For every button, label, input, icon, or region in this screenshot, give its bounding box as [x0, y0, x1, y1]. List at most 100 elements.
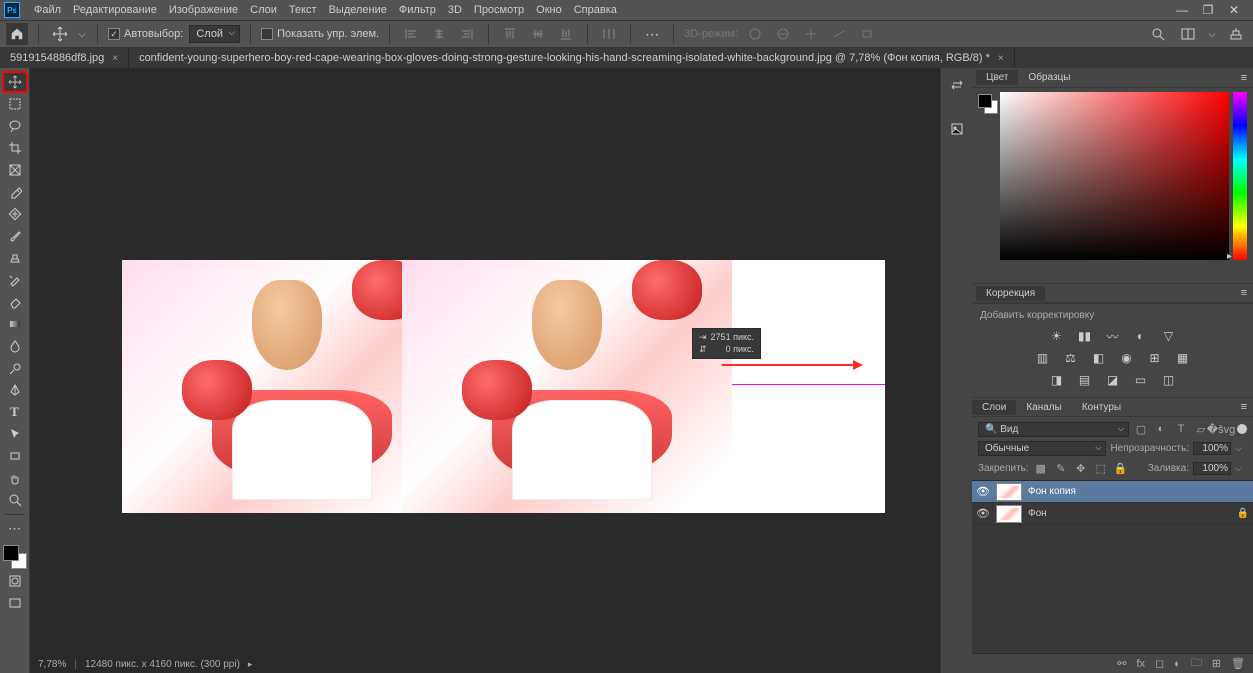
3d-slide-icon[interactable]	[828, 23, 850, 45]
new-adjustment-icon[interactable]: ◐	[1174, 658, 1181, 670]
align-top-icon[interactable]	[499, 23, 521, 45]
lock-transparent-icon[interactable]: ▩	[1033, 460, 1049, 476]
menu-file[interactable]: Файл	[28, 4, 67, 16]
tab-color[interactable]: Цвет	[976, 70, 1018, 85]
menu-layers[interactable]: Слои	[244, 4, 283, 16]
frame-tool[interactable]	[3, 160, 27, 180]
layer-name[interactable]: Фон копия	[1028, 486, 1076, 497]
layer-row[interactable]: 👁 Фон копия	[972, 481, 1253, 503]
opacity-caret-icon[interactable]: ⌵	[1235, 443, 1247, 454]
3d-pan-icon[interactable]	[800, 23, 822, 45]
3d-orbit-icon[interactable]	[744, 23, 766, 45]
hand-tool[interactable]	[3, 468, 27, 488]
document-tab[interactable]: confident-young-superhero-boy-red-cape-w…	[129, 48, 1015, 68]
new-group-icon[interactable]: 🗀	[1191, 654, 1202, 673]
screen-mode-toggle[interactable]	[3, 593, 27, 613]
menu-text[interactable]: Текст	[283, 4, 323, 16]
panel-menu-icon[interactable]: ≡	[1235, 72, 1253, 84]
workspace-switcher-icon[interactable]	[1177, 23, 1199, 45]
3d-zoom-icon[interactable]	[856, 23, 878, 45]
healing-brush-tool[interactable]	[3, 204, 27, 224]
move-tool[interactable]	[3, 72, 27, 92]
layer-thumbnail[interactable]	[996, 505, 1022, 523]
3d-roll-icon[interactable]	[772, 23, 794, 45]
curves-icon[interactable]: 〰	[1103, 328, 1123, 344]
brightness-contrast-icon[interactable]: ☀	[1047, 328, 1067, 344]
brush-tool[interactable]	[3, 226, 27, 246]
move-tool-icon[interactable]	[49, 23, 71, 45]
delete-layer-icon[interactable]: 🗑	[1231, 657, 1245, 670]
rectangle-tool[interactable]	[3, 446, 27, 466]
bw-icon[interactable]: ◧	[1089, 350, 1109, 366]
vibrance-icon[interactable]: ▽	[1159, 328, 1179, 344]
filter-toggle[interactable]	[1237, 424, 1247, 434]
menu-help[interactable]: Справка	[568, 4, 623, 16]
foreground-swatch[interactable]	[978, 94, 992, 108]
tool-preset-caret[interactable]: ⌵	[77, 23, 87, 45]
tab-channels[interactable]: Каналы	[1016, 400, 1072, 415]
menu-edit[interactable]: Редактирование	[67, 4, 163, 16]
status-caret-icon[interactable]: ▸	[248, 659, 253, 670]
canvas-area[interactable]: ⇥2751 пикс. ⇵0 пикс. 7,78% | 12480 пикс.…	[30, 68, 940, 673]
foreground-swatch[interactable]	[3, 545, 19, 561]
canvas-document[interactable]: ⇥2751 пикс. ⇵0 пикс.	[122, 260, 885, 513]
zoom-readout[interactable]: 7,78%	[38, 659, 66, 670]
menu-3d[interactable]: 3D	[442, 4, 468, 16]
auto-select-toggle[interactable]: Автовыбор:	[108, 28, 183, 40]
tab-adjustments[interactable]: Коррекция	[976, 286, 1045, 301]
new-layer-icon[interactable]: ⊞	[1212, 657, 1221, 670]
align-bottom-icon[interactable]	[555, 23, 577, 45]
fill-caret-icon[interactable]: ⌵	[1235, 463, 1247, 474]
hue-slider[interactable]: ▸	[1233, 92, 1247, 260]
dodge-tool[interactable]	[3, 358, 27, 378]
workspace-caret[interactable]: ⌵	[1207, 23, 1217, 45]
tab-close-icon[interactable]: ×	[112, 53, 118, 64]
filter-adjust-icon[interactable]: ◐	[1153, 421, 1169, 437]
blur-tool[interactable]	[3, 336, 27, 356]
library-panel-icon[interactable]	[946, 118, 968, 140]
levels-icon[interactable]: ▮▮	[1075, 328, 1095, 344]
gradient-map-icon[interactable]: ▭	[1131, 372, 1151, 388]
fill-input[interactable]: 100%	[1193, 462, 1231, 475]
menu-select[interactable]: Выделение	[323, 4, 393, 16]
maximize-button[interactable]: ❐	[1201, 3, 1215, 17]
color-lookup-icon[interactable]: ▦	[1173, 350, 1193, 366]
minimize-button[interactable]: —	[1175, 3, 1189, 17]
link-layers-icon[interactable]: ⚯	[1117, 657, 1126, 670]
layer-content-copy[interactable]	[402, 260, 732, 513]
invert-icon[interactable]: ◨	[1047, 372, 1067, 388]
filter-smart-icon[interactable]: �švg	[1213, 421, 1229, 437]
panel-menu-icon[interactable]: ≡	[1235, 287, 1253, 299]
selective-color-icon[interactable]: ◫	[1159, 372, 1179, 388]
menu-filter[interactable]: Фильтр	[393, 4, 442, 16]
tab-layers[interactable]: Слои	[972, 400, 1016, 415]
color-balance-icon[interactable]: ⚖	[1061, 350, 1081, 366]
eyedropper-tool[interactable]	[3, 182, 27, 202]
photo-filter-icon[interactable]: ◉	[1117, 350, 1137, 366]
align-left-icon[interactable]	[400, 23, 422, 45]
eraser-tool[interactable]	[3, 292, 27, 312]
type-tool[interactable]: T	[3, 402, 27, 422]
visibility-toggle-icon[interactable]: 👁	[976, 507, 990, 520]
rect-marquee-tool[interactable]	[3, 94, 27, 114]
panel-menu-icon[interactable]: ≡	[1235, 401, 1253, 413]
lock-all-icon[interactable]: 🔒	[1113, 460, 1129, 476]
posterize-icon[interactable]: ▤	[1075, 372, 1095, 388]
visibility-toggle-icon[interactable]: 👁	[976, 485, 990, 498]
search-icon[interactable]	[1147, 23, 1169, 45]
fg-bg-mini-swatch[interactable]	[972, 88, 1000, 283]
distribute-icon[interactable]	[598, 23, 620, 45]
layer-filter-kind[interactable]: 🔍 Вид	[978, 422, 1129, 437]
properties-panel-icon[interactable]	[946, 76, 968, 98]
align-right-icon[interactable]	[456, 23, 478, 45]
fg-bg-color-swatch[interactable]	[3, 545, 27, 569]
menu-view[interactable]: Просмотр	[468, 4, 530, 16]
gradient-tool[interactable]	[3, 314, 27, 334]
edit-toolbar-icon[interactable]: ⋯	[3, 519, 27, 539]
blend-mode-select[interactable]: Обычные	[978, 441, 1106, 456]
pen-tool[interactable]	[3, 380, 27, 400]
exposure-icon[interactable]: ◐	[1131, 328, 1151, 344]
layer-row[interactable]: 👁 Фон 🔒	[972, 503, 1253, 525]
clone-stamp-tool[interactable]	[3, 248, 27, 268]
history-brush-tool[interactable]	[3, 270, 27, 290]
